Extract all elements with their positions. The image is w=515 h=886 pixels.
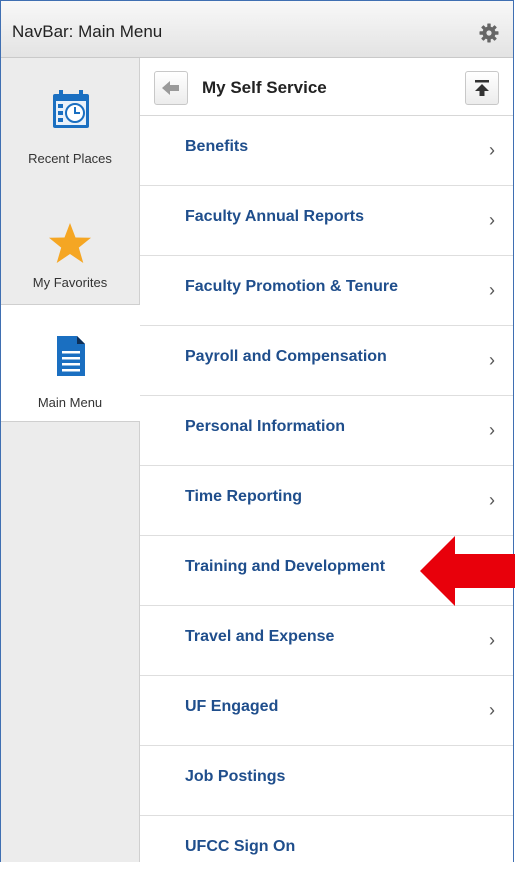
menu-item-label: UFCC Sign On bbox=[185, 838, 296, 855]
red-arrow-callout-icon bbox=[420, 536, 515, 606]
menu-item-personal-information[interactable]: Personal Information › bbox=[140, 396, 513, 466]
scroll-top-icon bbox=[475, 80, 489, 96]
chevron-right-icon: › bbox=[489, 700, 495, 720]
scroll-to-top-button[interactable] bbox=[465, 71, 499, 105]
menu-item-label: Travel and Expense bbox=[185, 628, 335, 645]
gear-icon[interactable] bbox=[479, 23, 499, 43]
page-title: My Self Service bbox=[202, 78, 327, 97]
menu-item-time-reporting[interactable]: Time Reporting › bbox=[140, 466, 513, 536]
menu-item-job-postings[interactable]: Job Postings bbox=[140, 746, 513, 816]
sidebar-item-my-favorites[interactable]: My Favorites bbox=[1, 182, 139, 300]
chevron-right-icon: › bbox=[489, 630, 495, 650]
sidebar-item-label: Recent Places bbox=[28, 151, 112, 166]
calendar-clock-icon bbox=[53, 90, 89, 128]
sidebar-item-label: Main Menu bbox=[37, 395, 103, 410]
menu-item-ufcc-sign-on[interactable]: UFCC Sign On bbox=[140, 816, 513, 886]
menu-item-label: UF Engaged bbox=[185, 698, 279, 715]
panel-header: My Self Service bbox=[140, 58, 513, 116]
chevron-right-icon: › bbox=[489, 490, 495, 510]
menu-item-label: Job Postings bbox=[185, 768, 286, 785]
document-icon bbox=[57, 336, 85, 376]
chevron-right-icon: › bbox=[489, 140, 495, 160]
menu-item-label: Payroll and Compensation bbox=[185, 348, 387, 365]
menu-item-faculty-promotion-tenure[interactable]: Faculty Promotion & Tenure › bbox=[140, 256, 513, 326]
navbar-sidebar: Recent Places My Favorites Main Menu bbox=[1, 58, 140, 862]
chevron-right-icon: › bbox=[489, 280, 495, 300]
menu-item-label: Personal Information bbox=[185, 418, 346, 435]
main-menu-panel: My Self Service Benefits › Faculty Annua… bbox=[140, 58, 513, 862]
menu-item-benefits[interactable]: Benefits › bbox=[140, 116, 513, 186]
sidebar-item-recent-places[interactable]: Recent Places bbox=[1, 58, 139, 176]
menu-item-uf-engaged[interactable]: UF Engaged › bbox=[140, 676, 513, 746]
chevron-right-icon: › bbox=[489, 350, 495, 370]
menu-item-travel-expense[interactable]: Travel and Expense › bbox=[140, 606, 513, 676]
navbar-header: NavBar: Main Menu bbox=[1, 1, 513, 58]
navbar-title: NavBar: Main Menu bbox=[12, 22, 163, 41]
menu-item-faculty-annual-reports[interactable]: Faculty Annual Reports › bbox=[140, 186, 513, 256]
chevron-right-icon: › bbox=[489, 210, 495, 230]
menu-item-label: Time Reporting bbox=[185, 488, 303, 505]
menu-item-label: Training and Development bbox=[185, 558, 386, 575]
chevron-right-icon: › bbox=[489, 420, 495, 440]
menu-item-label: Faculty Annual Reports bbox=[185, 208, 364, 225]
menu-item-payroll-compensation[interactable]: Payroll and Compensation › bbox=[140, 326, 513, 396]
back-arrow-icon bbox=[162, 81, 179, 95]
sidebar-item-label: My Favorites bbox=[32, 275, 108, 290]
sidebar-item-main-menu[interactable]: Main Menu bbox=[1, 304, 140, 422]
menu-item-label: Faculty Promotion & Tenure bbox=[185, 278, 399, 295]
back-button[interactable] bbox=[154, 71, 188, 105]
star-icon bbox=[49, 223, 91, 263]
menu-item-label: Benefits bbox=[185, 138, 249, 155]
